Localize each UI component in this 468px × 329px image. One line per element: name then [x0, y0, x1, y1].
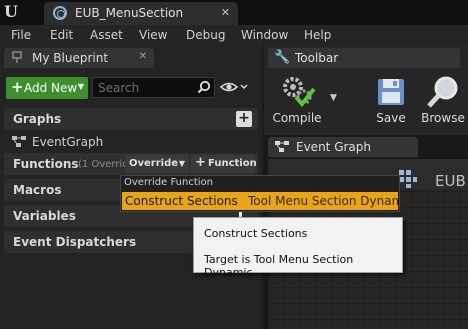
document-tab-title: EUB_MenuSection	[75, 6, 184, 20]
menu-view[interactable]: View	[139, 28, 167, 42]
chevron-down-icon: ▼	[77, 82, 84, 91]
menu-debug[interactable]: Debug	[186, 28, 225, 42]
add-new-label: Add New	[24, 81, 78, 95]
toolbar-panel: 🔧 Toolbar Compile ▼ Save Browse	[264, 45, 468, 135]
close-panel-icon[interactable]: ✕	[139, 51, 147, 62]
my-blueprint-tab-label: My Blueprint	[32, 51, 109, 65]
event-graph-list-item[interactable]: EventGraph	[12, 133, 132, 151]
wrench-icon: 🔧	[274, 50, 291, 65]
override-menu-header: Override Function	[124, 177, 213, 188]
event-graph-tab[interactable]: Event Graph	[268, 137, 418, 157]
browse-label: Browse	[421, 111, 465, 125]
functions-label: Functions	[13, 157, 79, 171]
event-dispatchers-label: Event Dispatchers	[13, 235, 137, 249]
macros-label: Macros	[13, 183, 62, 197]
magnifier-icon	[427, 76, 458, 108]
graph-blueprint-title: EUB	[435, 172, 466, 190]
graph-grid-icon	[399, 170, 417, 188]
close-tab-icon[interactable]: ✕	[221, 6, 230, 19]
search-field[interactable]	[92, 77, 215, 98]
variables-label: Variables	[13, 209, 76, 223]
override-button[interactable]: Override ▼	[125, 155, 189, 173]
event-graph-icon	[12, 136, 26, 147]
unreal-logo-icon[interactable]: U	[4, 3, 22, 21]
document-tab[interactable]: EUB_MenuSection ✕	[44, 2, 238, 25]
menu-bar: File Edit Asset View Debug Window Help	[0, 25, 468, 45]
search-input[interactable]	[93, 78, 193, 97]
title-bar: U EUB_MenuSection ✕	[0, 0, 468, 25]
add-function-button[interactable]: + Function	[191, 155, 257, 173]
event-graph-tab-label: Event Graph	[296, 140, 371, 154]
event-graph-label: EventGraph	[32, 135, 104, 149]
menu-edit[interactable]: Edit	[50, 28, 73, 42]
my-blueprint-tab[interactable]: My Blueprint ✕	[4, 48, 154, 68]
override-menu-item-construct-sections[interactable]: Construct Sections Tool Menu Section Dyn…	[122, 192, 413, 210]
menu-asset[interactable]: Asset	[90, 28, 123, 42]
override-item-target: Tool Menu Section Dynamic	[248, 194, 414, 208]
tooltip-function-name: Construct Sections	[204, 227, 308, 240]
save-label: Save	[376, 111, 406, 125]
override-label: Override	[129, 158, 179, 169]
gears-check-icon	[283, 77, 316, 108]
functions-section-header[interactable]: Functions (1 Overridable) Override ▼ + F…	[4, 153, 258, 175]
override-function-menu: Override Function Construct Sections Too…	[120, 175, 413, 212]
add-function-label: Function	[208, 158, 257, 169]
browse-button[interactable]: Browse	[418, 73, 468, 131]
menu-help[interactable]: Help	[304, 28, 331, 42]
eye-icon[interactable]	[219, 79, 249, 95]
search-icon[interactable]	[197, 80, 211, 94]
graphs-section-header[interactable]: Graphs +	[4, 108, 258, 130]
compile-button[interactable]: Compile	[268, 73, 326, 131]
pin-icon	[10, 50, 24, 67]
functions-count: (1 Overridable)	[78, 159, 126, 170]
function-tooltip: Construct Sections Target is Tool Menu S…	[193, 217, 403, 279]
menu-window[interactable]: Window	[241, 28, 288, 42]
chevron-down-icon: ▼	[178, 159, 185, 168]
floppy-disk-icon	[378, 79, 404, 105]
toolbar-tab[interactable]: 🔧 Toolbar	[268, 48, 460, 68]
add-graph-button[interactable]: +	[236, 111, 252, 127]
graphs-label: Graphs	[13, 112, 62, 126]
menu-file[interactable]: File	[11, 28, 31, 42]
blueprint-circle-icon	[53, 6, 67, 20]
add-new-button[interactable]: + Add New ▼	[6, 77, 88, 99]
toolbar-tab-label: Toolbar	[295, 51, 339, 65]
event-graph-icon	[275, 141, 289, 152]
plus-icon: +	[195, 155, 206, 170]
tooltip-target-text: Target is Tool Menu Section Dynamic	[204, 253, 354, 279]
compile-label: Compile	[272, 111, 322, 125]
save-button[interactable]: Save	[368, 73, 414, 131]
override-item-name: Construct Sections	[125, 194, 238, 208]
plus-icon: +	[11, 78, 24, 96]
compile-options-chevron-icon[interactable]: ▼	[330, 93, 337, 103]
